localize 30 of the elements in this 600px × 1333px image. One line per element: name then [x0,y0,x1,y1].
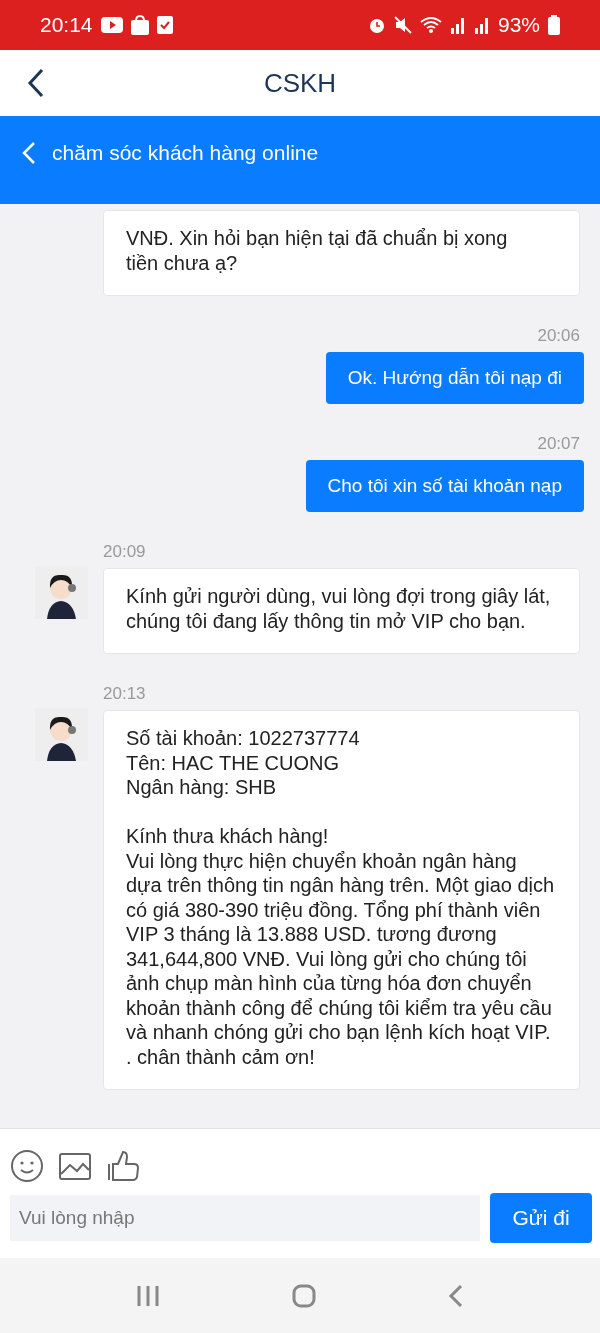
battery-icon [548,15,560,35]
sent-message: Cho tôi xin số tài khoản nạp [305,460,584,512]
received-message: Kính gửi người dùng, vui lòng đợi trong giây lát, chúng tôi đang lấy thông tin mở VIP cho bạn. [103,568,580,654]
message-time: 20:13 [103,684,147,704]
message-time: 20:07 [537,434,580,454]
mute-icon [393,16,412,34]
thumbs-up-icon[interactable] [106,1149,140,1183]
message-time: 20:09 [103,542,147,562]
video-app-icon [100,17,123,33]
page-title: CSKH [263,67,337,99]
alarm-icon [367,16,386,34]
wifi-icon [419,16,442,34]
battery-percent: 93% [497,13,540,37]
recent-apps-button[interactable] [136,1284,160,1307]
send-button[interactable]: Gửi đi [490,1193,592,1243]
avatar-icon [35,566,88,619]
shopping-bag-icon [130,15,149,35]
received-message: Số tài khoản: 1022737774 Tên: HAC THE CUONG Ngân hàng: SHB Kính thưa khách hàng! Vui lòng thực hiện chuyển khoản ngân hàng dựa trên thông tin ngân hàng trên. Một giao dịch có giá 380-390 triệu đồng. Tổng phí thành viên VIP 3 tháng là 13.888 USD. tương đương 341,644,800 VNĐ. Vui lòng gửi cho chúng tôi ảnh chụp màn hình của từng hóa đơn chuyển khoản thành công để chúng tôi kiểm tra yêu cầu và nhanh chóng gửi cho bạn lệnh kích hoạt VIP. . chân thành cảm ơn! [103,710,580,1090]
message-input[interactable]: Vui lòng nhập [10,1195,480,1241]
signal-icon [473,16,490,34]
home-button[interactable] [292,1283,316,1308]
received-message: VNĐ. Xin hỏi bạn hiện tại đã chuẩn bị xong tiền chưa ạ? [103,210,580,296]
signal-icon [449,16,466,34]
banner-title: chăm sóc khách hàng online [52,141,319,165]
emoji-icon[interactable] [10,1149,44,1183]
avatar-icon [35,708,88,761]
sent-message: Ok. Hướng dẫn tôi nạp đi [325,352,584,404]
status-time: 20:14 [40,13,93,37]
message-time: 20:06 [537,326,580,346]
checkbox-icon [156,16,173,34]
